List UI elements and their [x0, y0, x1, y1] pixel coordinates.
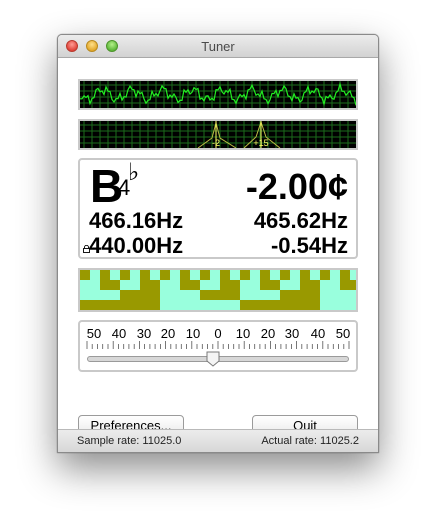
- spectrum-display: -2 +15: [78, 119, 358, 150]
- reference-frequency: 440.00Hz: [89, 233, 184, 258]
- slider-ticks: [86, 341, 350, 349]
- strobe-pattern: [80, 270, 356, 310]
- strobe-display: [78, 268, 358, 312]
- strobe-block: [300, 280, 320, 290]
- status-bar: Sample rate: 11025.0 Actual rate: 11025.…: [58, 429, 378, 452]
- strobe-block: [200, 270, 210, 280]
- strobe-block: [180, 280, 200, 290]
- cents-value: -2.00¢: [245, 166, 348, 207]
- strobe-block: [340, 280, 356, 290]
- window-title: Tuner: [201, 39, 235, 54]
- note-accidental: ♭: [128, 158, 140, 186]
- spectrum-marker-label: +15: [253, 138, 268, 148]
- strobe-block: [220, 270, 230, 280]
- scale-label: 30: [136, 326, 152, 341]
- reference-slider[interactable]: 50 40 30 20 10 0 10 20 30 40 50: [78, 320, 358, 372]
- strobe-block: [240, 270, 250, 280]
- spectrum-marker-label: -2: [212, 138, 220, 148]
- scale-label: 30: [284, 326, 300, 341]
- strobe-block: [220, 280, 240, 290]
- strobe-block: [320, 270, 330, 280]
- strobe-block: [260, 280, 280, 290]
- waveform-trace: [80, 81, 356, 107]
- strobe-block: [340, 270, 350, 280]
- strobe-block: [200, 290, 240, 300]
- note-display: B 4 ♭ -2.00¢ 466.16Hz 465.62Hz 440.00Hz …: [78, 158, 358, 259]
- spectrum-plot: -2 +15: [80, 121, 356, 148]
- strobe-block: [160, 270, 170, 280]
- strobe-block: [100, 280, 120, 290]
- strobe-block: [80, 270, 90, 280]
- scale-label: 50: [335, 326, 351, 341]
- scale-label: 10: [185, 326, 201, 341]
- strobe-block: [140, 270, 150, 280]
- strobe-block: [80, 300, 160, 310]
- strobe-block: [280, 290, 320, 300]
- target-frequency: 465.62Hz: [253, 208, 348, 233]
- slider-thumb-icon[interactable]: [206, 351, 220, 367]
- waveform-plot: [80, 81, 356, 108]
- waveform-scope: [78, 79, 358, 110]
- strobe-block: [280, 270, 290, 280]
- scale-label: 10: [235, 326, 251, 341]
- scale-label: 20: [160, 326, 176, 341]
- lock-icon[interactable]: [83, 245, 90, 253]
- scale-label: 50: [86, 326, 102, 341]
- tuner-window: Tuner -2 +15 B 4 ♭ -2.00¢ 466.16Hz 465.62…: [57, 34, 379, 453]
- title-bar[interactable]: Tuner: [58, 35, 378, 58]
- strobe-block: [140, 280, 160, 290]
- strobe-block: [100, 270, 110, 280]
- strobe-block: [180, 270, 190, 280]
- detected-frequency: 466.16Hz: [89, 208, 184, 233]
- strobe-block: [260, 270, 270, 280]
- sample-rate-text: Sample rate: 11025.0: [77, 435, 182, 447]
- strobe-block: [300, 270, 310, 280]
- scale-label: 20: [260, 326, 276, 341]
- strobe-block: [240, 300, 320, 310]
- tuner-content: -2 +15 B 4 ♭ -2.00¢ 466.16Hz 465.62Hz 440…: [58, 58, 378, 452]
- frequency-offset: -0.54Hz: [270, 233, 348, 258]
- actual-rate-text: Actual rate: 11025.2: [261, 435, 359, 447]
- strobe-block: [120, 270, 130, 280]
- scale-label: 40: [111, 326, 127, 341]
- strobe-block: [120, 290, 160, 300]
- scale-label: 40: [310, 326, 326, 341]
- scale-label: 0: [214, 326, 222, 341]
